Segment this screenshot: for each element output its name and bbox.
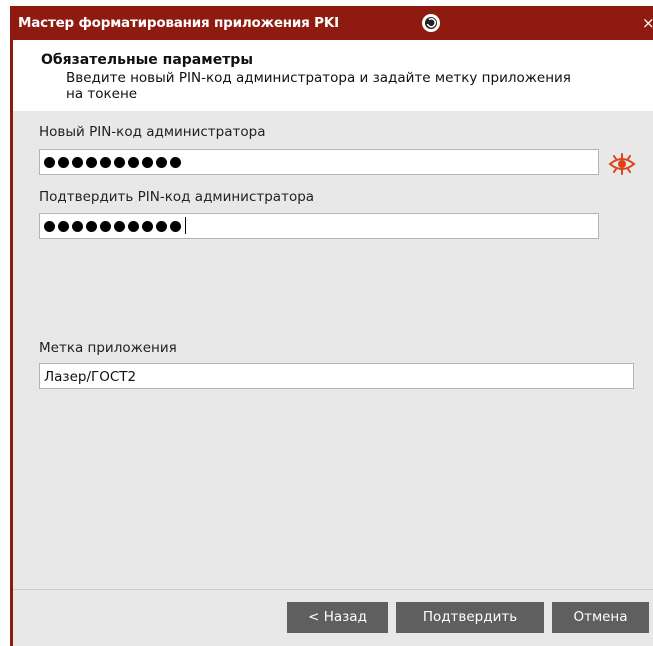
mask-dot	[156, 157, 167, 168]
mask-dot	[58, 157, 69, 168]
mask-dot	[44, 157, 55, 168]
mask-dot	[114, 221, 125, 232]
wizard-dialog: Мастер форматирования приложения PKI × О…	[10, 6, 653, 646]
window-left-border	[10, 40, 13, 646]
app-label-label: Метка приложения	[39, 340, 177, 356]
mask-dot	[44, 221, 55, 232]
footer-divider	[13, 589, 653, 590]
confirm-pin-field[interactable]	[39, 213, 599, 239]
mask-dot	[170, 221, 181, 232]
confirm-pin-mask	[44, 217, 186, 234]
mask-dot	[156, 221, 167, 232]
app-logo-icon	[422, 14, 440, 32]
mask-dot	[100, 157, 111, 168]
window-title: Мастер форматирования приложения PKI	[18, 15, 339, 31]
page-title: Обязательные параметры	[41, 52, 253, 68]
eye-icon[interactable]	[608, 153, 636, 175]
mask-dot	[128, 221, 139, 232]
mask-dot	[58, 221, 69, 232]
mask-dot	[170, 157, 181, 168]
mask-dot	[142, 157, 153, 168]
cancel-button[interactable]: Отмена	[552, 602, 649, 633]
mask-dot	[86, 157, 97, 168]
new-pin-mask	[44, 153, 181, 168]
mask-dot	[72, 221, 83, 232]
confirm-button[interactable]: Подтвердить	[396, 602, 544, 633]
new-pin-label: Новый PIN-код администратора	[39, 124, 266, 140]
page-header: Обязательные параметры Введите новый PIN…	[13, 40, 653, 111]
new-pin-field[interactable]	[39, 149, 599, 175]
mask-dot	[128, 157, 139, 168]
confirm-pin-label: Подтвердить PIN-код администратора	[39, 189, 315, 205]
mask-dot	[86, 221, 97, 232]
mask-dot	[142, 221, 153, 232]
app-label-value: Лазер/ГОСТ2	[44, 369, 137, 385]
page-description: Введите новый PIN-код администратора и з…	[66, 70, 571, 102]
title-bar[interactable]: Мастер форматирования приложения PKI ×	[10, 6, 653, 40]
text-caret	[185, 217, 186, 234]
close-icon[interactable]: ×	[642, 14, 653, 32]
mask-dot	[100, 221, 111, 232]
back-button[interactable]: < Назад	[287, 602, 388, 633]
app-label-field[interactable]: Лазер/ГОСТ2	[39, 363, 634, 389]
mask-dot	[114, 157, 125, 168]
mask-dot	[72, 157, 83, 168]
